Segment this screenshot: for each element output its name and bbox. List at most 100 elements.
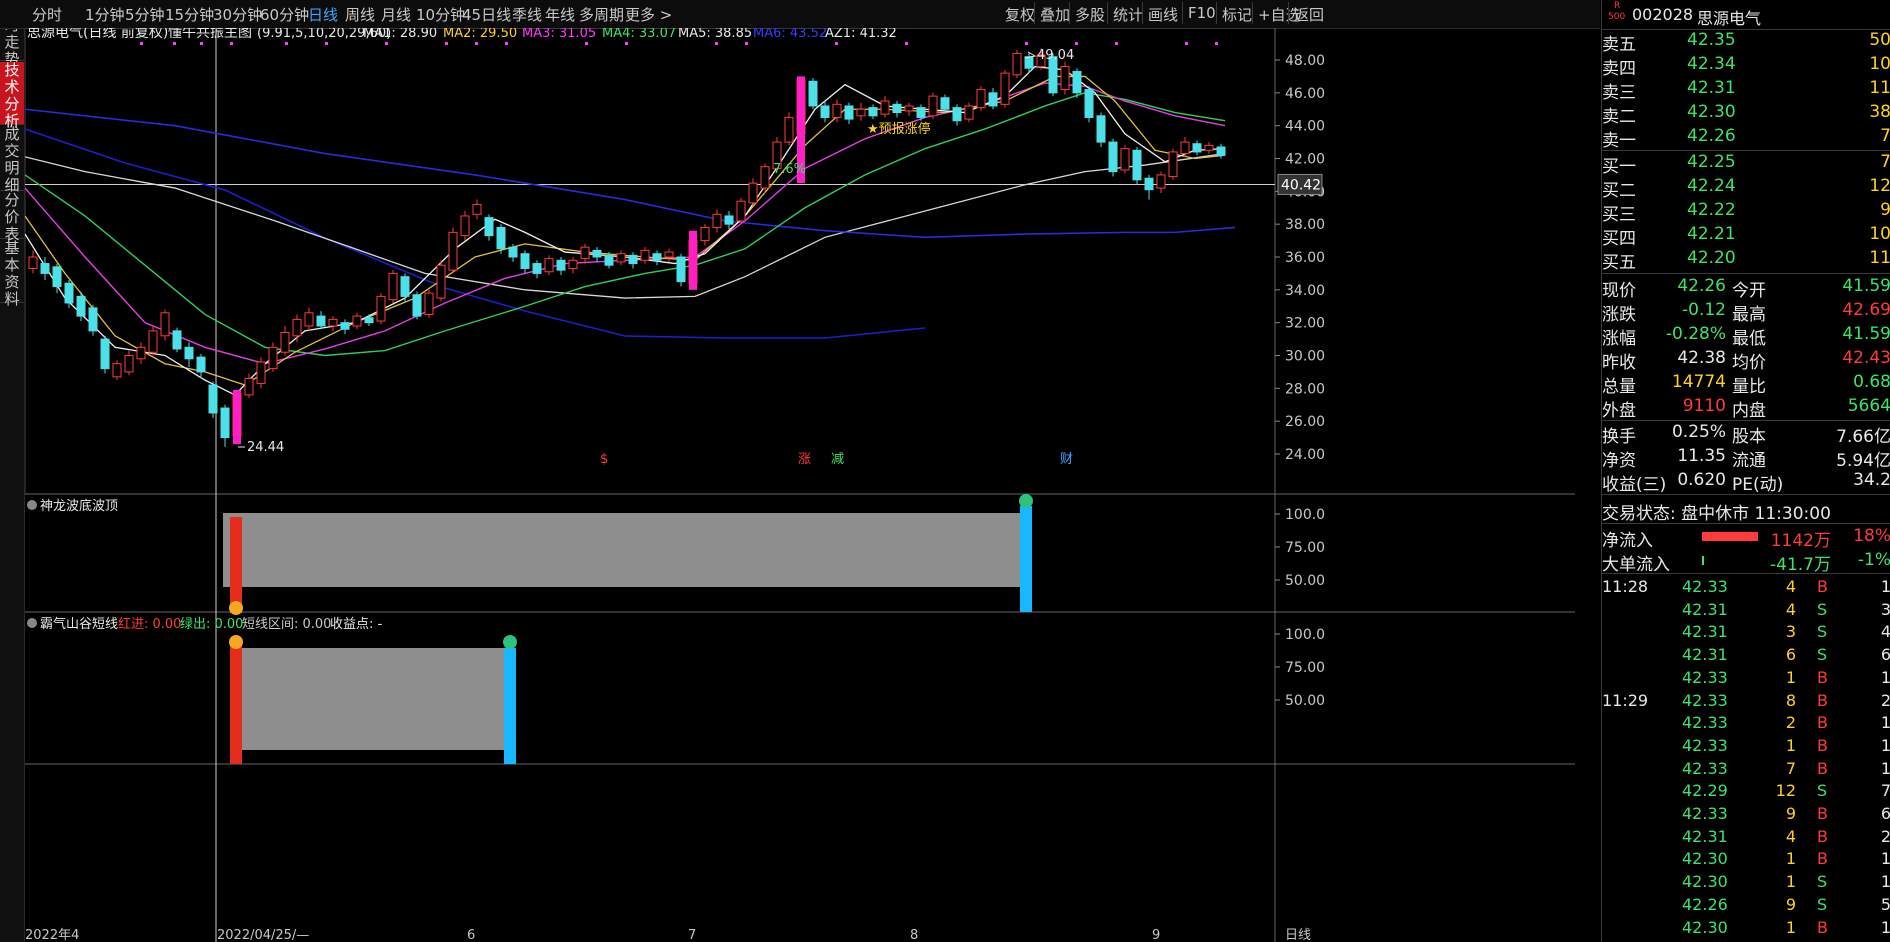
tick-extra: 6 [1880,645,1890,665]
tick-extra: 4 [1880,622,1890,642]
stock-chart[interactable]: 48.0046.0044.0042.0040.0038.0036.0034.00… [25,28,1575,942]
tick-volume: 9 [1785,804,1796,823]
big-inflow-value: -41.7万 [1770,555,1831,575]
event-marker-1[interactable]: 涨 [798,452,811,467]
bid-row[interactable]: 买二 42.24 12 [1602,175,1890,201]
toolbar-separator [1216,2,1217,24]
signal-dot [905,42,908,45]
bid-row[interactable]: 买三 42.22 9 [1602,199,1890,225]
stat-label: 收益(三) [1602,475,1667,495]
period-tab-3[interactable]: 15分钟 [165,4,214,25]
indicator-name[interactable]: 懂牛共振主图 [168,28,252,41]
toolbar-action-2[interactable]: 多股 [1075,4,1105,25]
toolbar-action-6[interactable]: 标记 [1222,4,1252,25]
ask-row[interactable]: 卖三 42.31 11 [1602,77,1890,103]
tick-price: 42.31 [1682,645,1728,665]
event-marker-3[interactable]: 财 [1060,452,1073,467]
tab-technical-analysis[interactable]: 技术分析 [0,62,24,130]
candle-body [1168,151,1178,178]
stat-label: PE(动) [1732,475,1784,495]
candle-body [952,107,962,122]
stat-value: 9110 [1682,396,1726,416]
ma-legend-2: MA2: 29.50 [443,28,517,41]
stat-value: 11.35 [1677,446,1726,466]
candle-body [196,356,206,373]
stat-label: 涨跌 [1602,305,1636,325]
tick-price: 42.33 [1682,758,1728,778]
panel2-collapse-icon[interactable] [27,618,37,628]
bid-row[interactable]: 买一 42.25 7 [1602,151,1890,177]
limit-up-candle [233,389,241,445]
toolbar-action-4[interactable]: 画线 [1148,4,1178,25]
ma6-line [25,108,1236,239]
tick-extra: 1 [1880,917,1890,937]
period-tab-4[interactable]: 30分钟 [213,4,262,25]
ma-legend-3: MA3: 31.05 [522,28,596,41]
tick-time: 11:29 [1602,690,1649,710]
toolbar-separator [1142,2,1143,24]
price-tick-label: 44.00 [1285,119,1325,135]
ask-row[interactable]: 卖五 42.35 50 [1602,29,1890,55]
stat-row: 总量 14774 量比 0.68 [1602,371,1890,397]
candle-body [1120,148,1130,171]
stat-label: 总量 [1602,377,1636,397]
bid-volume: 10 [1869,224,1890,244]
panel1-collapse-icon[interactable] [27,500,37,510]
tick-side: B [1817,667,1828,687]
toolbar-action-1[interactable]: 叠加 [1040,4,1070,25]
tab-basic-info[interactable]: 基本资料 [0,240,24,308]
period-tab-12[interactable]: 年线 [545,4,575,25]
tab-price-table[interactable]: 分价表 [0,192,24,243]
bid-row[interactable]: 买五 42.20 11 [1602,247,1890,273]
candle-body [940,97,950,110]
period-tab-11[interactable]: 季线 [512,4,542,25]
toolbar-action-8[interactable]: 返回 [1294,4,1324,25]
period-tab-14[interactable]: 更多 > [625,4,672,25]
bid-price: 42.25 [1687,152,1736,172]
ask-row[interactable]: 卖一 42.26 7 [1602,125,1890,151]
ask-volume: 7 [1880,126,1890,146]
period-tab-8[interactable]: 月线 [381,4,411,25]
event-marker-0[interactable]: $ [600,452,608,467]
divider [1602,523,1890,524]
period-tab-13[interactable]: 多周期 [579,4,624,25]
tick-side: B [1817,713,1828,733]
ask-price: 42.30 [1687,102,1736,122]
divider [1602,573,1890,574]
candle-body [112,363,122,378]
panel2-blue-bar [504,648,516,764]
net-inflow-value: 1142万 [1770,531,1831,551]
ask-row[interactable]: 卖四 42.34 10 [1602,53,1890,79]
period-tab-9[interactable]: 10分钟 [416,4,465,25]
candle-body [400,276,410,297]
toolbar-action-3[interactable]: 统计 [1113,4,1143,25]
bid-row[interactable]: 买四 42.21 10 [1602,223,1890,249]
period-tab-6[interactable]: 日线 [308,4,338,25]
candle-body [1132,149,1142,181]
tick-extra: 2 [1880,690,1890,710]
x-axis-period-label: 日线 [1285,928,1311,942]
period-tab-0[interactable]: 分时 [32,4,62,25]
tick-volume: 4 [1785,826,1796,846]
toolbar-action-0[interactable]: 复权 [1005,4,1035,25]
candle-body [1192,143,1202,153]
tick-row: 42.30 1 B 1 [1602,916,1890,940]
period-tab-7[interactable]: 周线 [345,4,375,25]
period-tab-5[interactable]: 60分钟 [260,4,309,25]
tick-row: 42.31 3 S 4 [1602,620,1890,644]
tick-side: S [1817,872,1828,892]
event-marker-2[interactable]: 减 [831,452,844,467]
period-tab-2[interactable]: 5分钟 [125,4,165,25]
tick-row: 42.31 4 S 3 [1602,598,1890,622]
tab-trade-details[interactable]: 成交明细 [0,126,24,194]
period-tab-10[interactable]: 45日线 [462,4,511,25]
tick-volume: 6 [1785,645,1796,665]
toolbar-action-5[interactable]: F10 [1188,4,1216,22]
ask-row[interactable]: 卖二 42.30 38 [1602,101,1890,127]
period-tab-1[interactable]: 1分钟 [85,4,125,25]
candle-body [1156,174,1166,189]
candle-body [616,253,626,263]
signal-dot [385,42,388,45]
ma4-line [25,92,1226,357]
tick-volume: 1 [1785,849,1796,869]
